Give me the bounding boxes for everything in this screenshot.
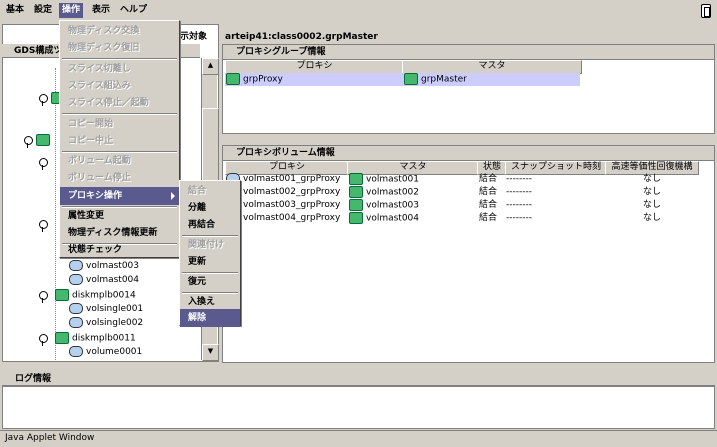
disk-icon <box>55 289 69 301</box>
cell-fast: なし <box>643 213 662 223</box>
col-master[interactable]: マスタ <box>402 60 582 74</box>
cell-state: 結合 <box>479 187 498 197</box>
tree-item-volume[interactable]: volume0001 <box>69 346 142 359</box>
menu-item-slice-attach[interactable]: スライス組込み <box>60 77 179 95</box>
display-target-label: 示対象 <box>180 32 208 42</box>
operation-menu: 物理ディスク交換 物理ディスク復旧 スライス切離し スライス組込み スライス停止… <box>59 20 180 258</box>
cell-master[interactable]: volmast003 <box>349 199 419 212</box>
cell-state: 結合 <box>479 174 498 184</box>
menu-item-slice-stop-start[interactable]: スライス停止／起動 <box>60 94 179 112</box>
cell-proxy[interactable]: volmast004_grpProxy <box>226 212 340 225</box>
node-pin-icon <box>39 158 48 170</box>
cell-state: 結合 <box>479 213 498 223</box>
proxy-submenu: 結合 分離 再結合 関連付け 更新 復元 入換え 解除 <box>179 180 241 327</box>
node-pin-icon <box>39 94 48 106</box>
menu-item-disk-restore[interactable]: 物理ディスク復旧 <box>60 39 179 57</box>
col-proxy[interactable]: プロキシ <box>225 60 404 74</box>
tree-item-volume[interactable]: volsingle002 <box>69 317 143 330</box>
tree-item-volume[interactable]: volsingle001 <box>69 303 143 316</box>
scroll-up-icon[interactable]: ▲ <box>202 58 219 75</box>
cell-fast: なし <box>643 174 662 184</box>
window-icon[interactable] <box>701 4 711 18</box>
node-pin-icon <box>39 291 48 303</box>
cell-fast: なし <box>643 187 662 197</box>
submenu-item-part[interactable]: 分離 <box>180 199 240 217</box>
submenu-item-rejoin[interactable]: 再結合 <box>180 216 240 234</box>
menu-settings[interactable]: 設定 <box>31 3 55 18</box>
menu-item-proxy-operation[interactable]: プロキシ操作 <box>60 187 179 205</box>
node-pin-icon <box>39 334 48 346</box>
menu-item-status-check[interactable]: 状態チェック <box>60 241 179 259</box>
group-icon <box>404 73 418 85</box>
menu-item-copy-cancel[interactable]: コピー中止 <box>60 132 179 150</box>
cell-time: -------- <box>506 213 532 223</box>
cell-proxy[interactable]: volmast001_grpProxy <box>226 173 340 186</box>
class-icon <box>36 134 50 146</box>
menu-basic[interactable]: 基本 <box>3 3 27 18</box>
node-pin-icon <box>24 136 33 148</box>
volume-icon <box>349 173 363 185</box>
menu-operation[interactable]: 操作 <box>59 3 84 18</box>
status-bar: Java Applet Window <box>0 430 717 447</box>
proxy-volume-panel: プロキシボリューム情報 プロキシ マスタ 状態 スナップショット時刻 高速等価性… <box>222 145 715 363</box>
group-icon <box>226 73 240 85</box>
log-title: ログ情報 <box>2 372 715 386</box>
cell-proxy[interactable]: volmast002_grpProxy <box>226 186 340 199</box>
log-area[interactable] <box>2 386 715 429</box>
menu-item-disk-swap[interactable]: 物理ディスク交換 <box>60 22 179 40</box>
submenu-item-join[interactable]: 結合 <box>180 182 240 200</box>
disk-icon <box>55 332 69 344</box>
tree-item-disk[interactable]: diskmplb0011 <box>55 332 136 345</box>
cell-state: 結合 <box>479 200 498 210</box>
tree-item-disk[interactable]: diskmplb0014 <box>55 289 136 302</box>
menu-item-slice-detach[interactable]: スライス切離し <box>60 60 179 78</box>
submenu-item-update[interactable]: 更新 <box>180 253 240 271</box>
cell-time: -------- <box>506 174 532 184</box>
object-path-title: arteip41:class0002.grpMaster <box>225 32 378 42</box>
submenu-arrow-icon <box>171 192 175 200</box>
submenu-item-restore[interactable]: 復元 <box>180 273 240 291</box>
menu-view[interactable]: 表示 <box>89 3 113 18</box>
proxy-group-title: プロキシグループ情報 <box>223 45 714 60</box>
cell-fast: なし <box>643 200 662 210</box>
tree-item-volume[interactable]: volmast004 <box>69 274 139 287</box>
tree-item-volume[interactable]: volmast003 <box>69 260 139 273</box>
cell-proxy: grpProxy <box>226 73 283 86</box>
proxy-group-panel: プロキシグループ情報 プロキシ マスタ grpProxy grpMaster <box>222 44 715 134</box>
cell-master: grpMaster <box>404 73 467 86</box>
volume-icon <box>69 274 83 285</box>
cell-time: -------- <box>506 187 532 197</box>
volume-icon <box>69 346 83 357</box>
menu-item-change-attributes[interactable]: 属性変更 <box>60 207 179 225</box>
menu-item-volume-stop[interactable]: ボリューム停止 <box>60 169 179 187</box>
submenu-item-break[interactable]: 解除 <box>180 309 240 327</box>
menu-help[interactable]: ヘルプ <box>117 3 150 18</box>
volume-icon <box>69 317 83 328</box>
cell-proxy[interactable]: volmast003_grpProxy <box>226 199 340 212</box>
volume-icon <box>69 303 83 314</box>
cell-master[interactable]: volmast004 <box>349 212 419 225</box>
cell-master[interactable]: volmast001 <box>349 173 419 186</box>
menu-item-volume-start[interactable]: ボリューム起動 <box>60 152 179 170</box>
volume-icon <box>349 186 363 198</box>
cell-time: -------- <box>506 200 532 210</box>
cell-master[interactable]: volmast002 <box>349 186 419 199</box>
scroll-down-icon[interactable]: ▼ <box>202 344 219 361</box>
menu-bar: 基本 設定 操作 表示 ヘルプ <box>0 0 717 21</box>
proxy-volume-title: プロキシボリューム情報 <box>223 146 714 161</box>
submenu-item-relate[interactable]: 関連付け <box>180 236 240 254</box>
volume-icon <box>69 260 83 271</box>
volume-icon <box>349 199 363 211</box>
volume-icon <box>349 212 363 224</box>
node-pin-icon <box>39 220 48 232</box>
menu-item-update-disk-info[interactable]: 物理ディスク情報更新 <box>60 224 179 242</box>
menu-item-copy-start[interactable]: コピー開始 <box>60 115 179 133</box>
